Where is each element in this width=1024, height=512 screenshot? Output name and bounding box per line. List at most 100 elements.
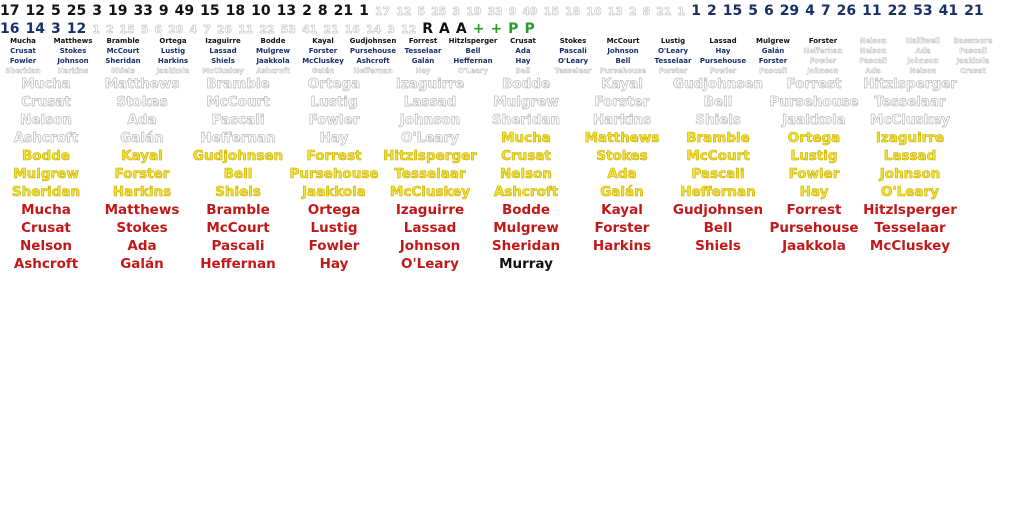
row1_navy_numbers-item: 1	[691, 3, 701, 19]
row2_letters-item: A	[455, 21, 467, 37]
gold-name-cell: Nelson	[499, 166, 553, 183]
row2_ghost_numbers-item: 6	[154, 23, 163, 37]
row2_ghost_numbers-item: 21	[323, 23, 339, 37]
row1_navy_numbers-item: 41	[938, 3, 959, 19]
ghost-name-cell: Ashcroft	[13, 130, 79, 147]
ghost-name-cell: Pascali	[211, 112, 265, 129]
red-name-cell: Ada	[127, 238, 157, 254]
ghost-name-cell: Ortega	[307, 76, 361, 93]
red-name-cell: McCourt	[206, 220, 270, 236]
row1_numbers-item: 8	[317, 3, 328, 19]
ghost-name-cell: Jaakkola	[782, 112, 847, 129]
ghost-name-cell: Johnson	[399, 112, 461, 129]
ghost-name-cell: Heffernan	[200, 130, 276, 147]
gold-name-cell: Lassad	[883, 148, 937, 165]
ghost-name-cell: Bramble	[206, 76, 270, 93]
row2_navy_numbers-item: 3	[50, 21, 61, 37]
row1_ghost_numbers-item: 10	[586, 5, 602, 19]
red-name-cell: Bell	[703, 220, 733, 236]
gold-name-cell: Ada	[607, 166, 637, 183]
ghost-name-cell: Harkins	[592, 112, 652, 129]
red-name-cell: Hitzlsperger	[863, 202, 957, 218]
row1_ghost_numbers-item: 15	[543, 5, 559, 19]
number-strip-second: 16 14 3 12 1 2 15 5 6 29 4 7 26 11 22 53 41 21 16 14 3 12 R A A +…	[0, 18, 541, 38]
gold-name-cell: Galán	[600, 184, 644, 201]
red-name-cell: Johnson	[399, 238, 461, 254]
row1_navy_numbers-item: 22	[887, 3, 908, 19]
row2_ghost_numbers-item: 4	[189, 23, 198, 37]
red-name-cell: Sheridan	[491, 238, 561, 254]
red-name-cell: Lassad	[403, 220, 457, 236]
row2_ghost_numbers-item: 53	[280, 23, 297, 37]
row1_navy_numbers-item: 29	[779, 3, 800, 19]
gold-name-cell: Matthews	[584, 130, 660, 147]
gold-name-cell: Pursehouse	[289, 166, 379, 183]
gold-name-cell: Hay	[799, 184, 829, 201]
red-name-cell: Heffernan	[200, 256, 276, 272]
row2_letters-item: R	[422, 21, 434, 37]
row2_ghost_numbers-item: 22	[259, 23, 275, 37]
ghost-name-cell: Bodde	[501, 76, 551, 93]
ghost-name-cell: Mucha	[21, 76, 71, 93]
red-name-cell: McCluskey	[869, 238, 951, 254]
gold-name-cell: Mucha	[501, 130, 551, 147]
ghost-name-cell: Bell	[703, 94, 733, 111]
row1_navy_numbers-item: 15	[722, 3, 743, 19]
red-name-cell: Matthews	[104, 202, 180, 218]
gold-name-cell: Forster	[114, 166, 170, 183]
row2_ghost_numbers-item: 16	[344, 23, 360, 37]
row2_ghost_numbers-item: 11	[238, 23, 254, 37]
ghost-name-cell: Forrest	[786, 76, 842, 93]
row2_green-item: P	[508, 21, 519, 37]
row1_navy_numbers-item: 2	[706, 3, 717, 19]
row2_ghost_numbers-item: 2	[105, 23, 114, 37]
red-name-cell: Izaguirre	[395, 202, 465, 218]
row1_ghost_numbers-item: 2	[628, 5, 637, 19]
red-name-cell: Mucha	[21, 202, 71, 218]
ghost-name-cell: Crusat	[21, 94, 71, 111]
row2_ghost_numbers-item: 1	[92, 23, 100, 37]
ghost-name-cell: Galán	[120, 130, 164, 147]
ghost-name-cell: Lassad	[403, 94, 457, 111]
ghost-name-cell: Forster	[594, 94, 650, 111]
ghost-name-cell: O'Leary	[401, 130, 460, 147]
row1_numbers-item: 2	[302, 3, 312, 19]
row1_navy_numbers-item: 4	[805, 3, 815, 19]
red-name-cell: Lustig	[310, 220, 358, 236]
row2_green-item: +	[472, 21, 485, 37]
row2_ghost_numbers-item: 26	[216, 23, 233, 37]
ghost-name-cell: Sheridan	[491, 112, 561, 129]
gold-name-cell: Izaguirre	[875, 130, 945, 147]
ghost-name-cell: Pursehouse	[769, 94, 859, 111]
row2_ghost_numbers-item: 7	[203, 23, 211, 37]
gold-name-cell: Gudjohnsen	[192, 148, 284, 165]
mini-name-cell: Bassmore	[953, 37, 993, 45]
row2_ghost_numbers-item: 3	[387, 23, 395, 37]
ghost-name-cell: Fowler	[308, 112, 360, 129]
gold-name-cell: Ortega	[787, 130, 841, 147]
gold-name-cell: Ashcroft	[493, 184, 559, 201]
row2_ghost_numbers-item: 5	[140, 23, 149, 37]
gold-name-cell: Mulgrew	[13, 166, 79, 183]
row1_navy_numbers-item: 53	[913, 3, 933, 19]
red-name-cell: Fowler	[308, 238, 360, 254]
gold-name-cell: Bodde	[21, 148, 71, 165]
ghost-name-cell: Kayal	[601, 76, 643, 93]
row1_navy_numbers-item: 7	[820, 3, 831, 19]
row1_numbers-item: 19	[107, 3, 128, 19]
row1_navy_numbers-item: 6	[763, 3, 774, 19]
row1_numbers-item: 21	[333, 3, 354, 19]
gold-name-cell: Shiels	[215, 184, 261, 201]
row1_ghost_numbers-item: 8	[642, 5, 651, 19]
row2_ghost_numbers-item: 29	[168, 23, 184, 37]
ghost-name-cell: Hitzlsperger	[863, 76, 958, 93]
row1_numbers-item: 10	[251, 3, 271, 19]
row1_numbers-item: 15	[200, 3, 220, 19]
row1_numbers-item: 12	[25, 3, 45, 19]
red-name-cell: Bodde	[501, 202, 551, 218]
gold-name-cell: Bell	[223, 166, 253, 183]
gold-name-cell: Pascali	[691, 166, 745, 183]
row2_ghost_numbers-item: 12	[400, 23, 417, 37]
red-name-cell: Pursehouse	[769, 220, 859, 236]
row1_ghost_numbers-item: 18	[564, 5, 581, 19]
